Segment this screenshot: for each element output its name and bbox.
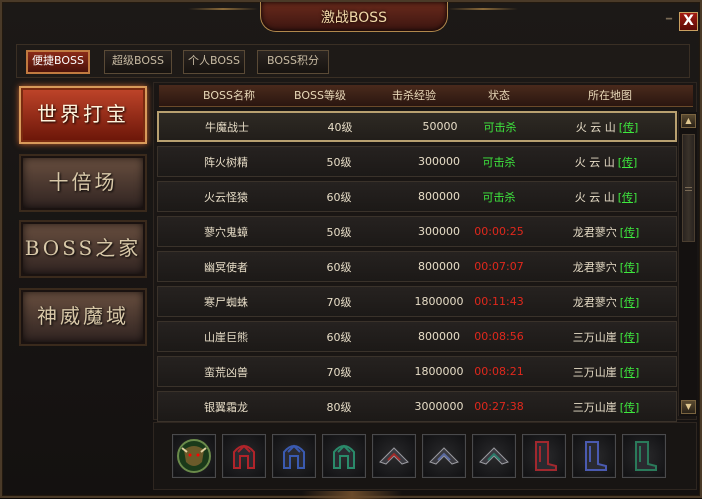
reward-slot[interactable] — [272, 434, 316, 478]
boss-map: 三万山崖 [传] — [538, 322, 674, 351]
teleport-link[interactable]: [传] — [620, 364, 640, 380]
tab-boss-points[interactable]: BOSS积分 — [257, 50, 329, 74]
header-map: 所在地图 — [588, 89, 632, 102]
boss-name: 幽冥使者 — [204, 260, 248, 274]
map-name: 龙君蓼穴 — [572, 295, 617, 309]
teleport-link[interactable]: [传] — [618, 189, 638, 205]
boss-map: 火 云 山 [传] — [538, 147, 674, 176]
map-name: 火 云 山 — [575, 120, 616, 134]
boss-name: 蓼穴鬼蟑 — [204, 225, 248, 239]
boss-name: 山崖巨熊 — [204, 330, 248, 344]
thumb-grip-icon — [685, 187, 692, 191]
table-scrollbar[interactable]: ▲ ▼ — [678, 112, 697, 416]
reward-slot[interactable] — [322, 434, 366, 478]
red-shoulder-armor-icon — [379, 447, 409, 465]
header-boss-level: BOSS等级 — [294, 89, 346, 102]
boss-map: 龙君蓼穴 [传] — [538, 217, 674, 246]
table-row[interactable]: 幽冥使者 60级 800000 00:07:07 龙君蓼穴 [传] — [157, 251, 677, 282]
table-row[interactable]: 银翼霜龙 80级 3000000 00:27:38 三万山崖 [传] — [157, 391, 677, 422]
reward-slot[interactable] — [522, 434, 566, 478]
boss-map: 三万山崖 [传] — [538, 392, 674, 421]
boss-name: 阵火树精 — [204, 155, 248, 169]
boss-name: 银翼霜龙 — [204, 400, 248, 414]
teleport-link[interactable]: [传] — [620, 259, 640, 275]
teleport-link[interactable]: [传] — [618, 154, 638, 170]
scroll-down-arrow-icon[interactable]: ▼ — [681, 400, 696, 414]
header-status: 状态 — [488, 89, 510, 102]
minimize-button[interactable]: ━ — [666, 14, 676, 28]
teleport-link[interactable]: [传] — [620, 224, 640, 240]
map-name: 龙君蓼穴 — [572, 260, 617, 274]
boss-table: BOSS名称 BOSS等级 击杀经验 状态 所在地图 牛魔战士 40级 50000 可… — [153, 82, 697, 422]
tab-quick-boss[interactable]: 便捷BOSS — [26, 50, 90, 74]
header-boss-name: BOSS名称 — [203, 89, 255, 102]
teleport-link[interactable]: [传] — [620, 294, 640, 310]
title-ornament-left — [188, 8, 258, 10]
map-name: 三万山崖 — [572, 365, 617, 379]
table-header: BOSS名称 BOSS等级 击杀经验 状态 所在地图 — [159, 85, 693, 107]
green-helmet-icon — [333, 444, 355, 469]
tab-personal-boss[interactable]: 个人BOSS — [183, 50, 245, 74]
green-shoulder-armor-icon — [479, 447, 509, 465]
reward-slot[interactable] — [622, 434, 666, 478]
scroll-thumb[interactable] — [682, 134, 695, 242]
top-tab-bar: 便捷BOSS 超级BOSS 个人BOSS BOSS积分 — [16, 44, 690, 78]
boss-map: 火 云 山 [传] — [539, 113, 675, 140]
bull-head-icon — [177, 439, 211, 473]
blue-boots-icon — [585, 441, 607, 471]
table-row[interactable]: 寒尸蜘蛛 70级 1800000 00:11:43 龙君蓼穴 [传] — [157, 286, 677, 317]
blue-helmet-icon — [283, 444, 305, 469]
reward-slot[interactable] — [422, 434, 466, 478]
side-divine-demon-button[interactable]: 神威魔域 — [19, 288, 147, 346]
map-name: 火 云 山 — [574, 155, 615, 169]
boss-name: 寒尸蜘蛛 — [204, 295, 248, 309]
reward-slot[interactable] — [572, 434, 616, 478]
boss-map: 龙君蓼穴 [传] — [538, 252, 674, 281]
table-row[interactable]: 牛魔战士 40级 50000 可击杀火 云 山 [传] — [157, 111, 677, 142]
map-name: 三万山崖 — [572, 330, 617, 344]
green-boots-icon — [635, 441, 657, 471]
table-row[interactable]: 火云怪猿 60级 800000 可击杀火 云 山 [传] — [157, 181, 677, 212]
teleport-link[interactable]: [传] — [619, 119, 639, 135]
map-name: 三万山崖 — [572, 400, 617, 414]
side-boss-home-button[interactable]: BOSS之家 — [19, 220, 147, 278]
red-helmet-icon — [233, 444, 255, 469]
table-row[interactable]: 蓼穴鬼蟑 50级 300000 00:00:25 龙君蓼穴 [传] — [157, 216, 677, 247]
reward-slot[interactable] — [222, 434, 266, 478]
map-name: 火 云 山 — [574, 190, 615, 204]
side-ten-times-button[interactable]: 十倍场 — [19, 154, 147, 212]
boss-map: 三万山崖 [传] — [538, 357, 674, 386]
red-boots-icon — [535, 441, 557, 471]
blue-shoulder-armor-icon — [429, 447, 459, 465]
close-button[interactable]: X — [679, 12, 698, 31]
table-row[interactable]: 蛮荒凶兽 70级 1800000 00:08:21 三万山崖 [传] — [157, 356, 677, 387]
reward-item-strip — [153, 422, 697, 490]
boss-name: 蛮荒凶兽 — [204, 365, 248, 379]
boss-name: 火云怪猿 — [204, 190, 248, 204]
map-name: 龙君蓼穴 — [572, 225, 617, 239]
reward-slot[interactable] — [172, 434, 216, 478]
reward-slot[interactable] — [472, 434, 516, 478]
boss-name: 牛魔战士 — [205, 120, 249, 134]
table-row[interactable]: 山崖巨熊 60级 800000 00:08:56 三万山崖 [传] — [157, 321, 677, 352]
side-world-treasure-button[interactable]: 世界打宝 — [19, 86, 147, 144]
teleport-link[interactable]: [传] — [620, 399, 640, 415]
teleport-link[interactable]: [传] — [620, 329, 640, 345]
tab-super-boss[interactable]: 超级BOSS — [104, 50, 172, 74]
boss-map: 火 云 山 [传] — [538, 182, 674, 211]
table-row[interactable]: 阵火树精 50级 300000 可击杀火 云 山 [传] — [157, 146, 677, 177]
window-title: 激战BOSS — [260, 2, 448, 32]
scroll-up-arrow-icon[interactable]: ▲ — [681, 114, 696, 128]
boss-window: 激战BOSS ━ X 便捷BOSS 超级BOSS 个人BOSS BOSS积分 世… — [0, 0, 702, 499]
boss-map: 龙君蓼穴 [传] — [538, 287, 674, 316]
title-ornament-right — [448, 8, 518, 10]
reward-slot[interactable] — [372, 434, 416, 478]
